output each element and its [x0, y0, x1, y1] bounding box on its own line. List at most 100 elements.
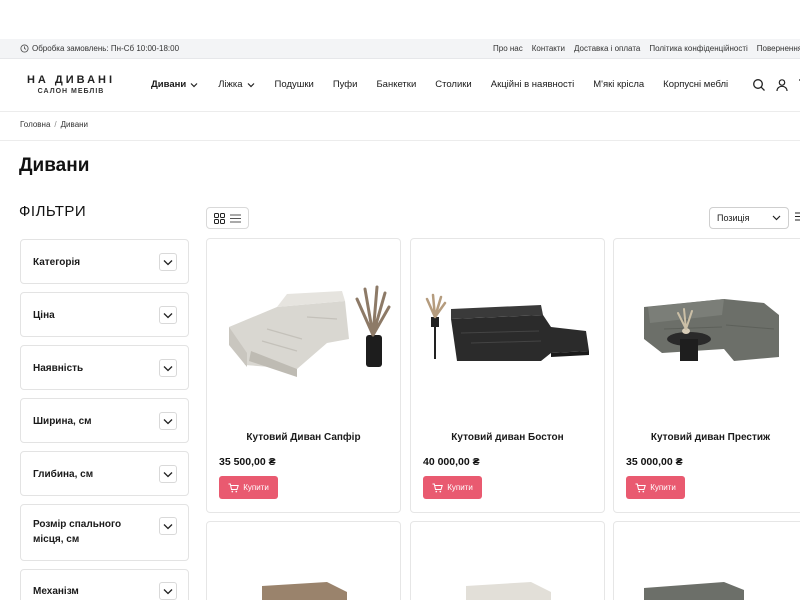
filter-category[interactable]: Категорія: [20, 239, 189, 284]
order-hours: Обробка замовлень: Пн-Сб 10:00-18:00: [20, 44, 179, 53]
logo-subtitle: САЛОН МЕБЛІВ: [37, 88, 105, 95]
chevron-down-icon: [163, 418, 173, 424]
site-logo[interactable]: НА ДИВАНІ САЛОН МЕБЛІВ: [19, 74, 123, 95]
sort-selected: Позиція: [717, 213, 750, 223]
filter-label: Наявність: [33, 363, 84, 374]
breadcrumb-separator: /: [54, 120, 57, 129]
clock-icon: [20, 44, 29, 53]
divider: [0, 140, 800, 141]
filter-toggle[interactable]: [159, 306, 177, 324]
nav-item-label: Банкетки: [376, 79, 417, 90]
filters-title: ФІЛЬТРИ: [19, 203, 87, 220]
nav-item-tables[interactable]: Столики: [435, 79, 472, 90]
product-price: 35 500,00 ₴: [219, 456, 276, 468]
filter-label: Категорія: [33, 257, 81, 268]
top-info-bar: Обробка замовлень: Пн-Сб 10:00-18:00 Про…: [0, 39, 800, 59]
user-icon[interactable]: [775, 78, 789, 92]
chevron-down-icon: [163, 365, 173, 371]
filter-label: Механізм трансформації: [33, 586, 79, 597]
product-name[interactable]: Кутовий диван Бостон: [411, 432, 604, 443]
buy-button-label: Купити: [650, 483, 676, 492]
filter-toggle[interactable]: [159, 465, 177, 483]
product-image[interactable]: [411, 269, 605, 409]
nav-item-beds[interactable]: Ліжка: [218, 79, 254, 90]
page-title: Дивани: [19, 155, 90, 176]
product-image[interactable]: [411, 562, 605, 600]
sort-direction-icon[interactable]: [795, 212, 800, 221]
nav-item-label: Дивани: [151, 79, 187, 90]
cart-icon: [432, 483, 444, 492]
product-card[interactable]: [410, 521, 605, 600]
cart-icon: [228, 483, 240, 492]
nav-item-sofas[interactable]: Дивани: [151, 79, 198, 90]
product-price: 35 000,00 ₴: [626, 456, 683, 468]
product-card[interactable]: Кутовий диван Престиж 35 000,00 ₴ Купити: [613, 238, 800, 513]
filter-toggle[interactable]: [159, 412, 177, 430]
product-card[interactable]: Кутовий Диван Сапфір 35 500,00 ₴ Купити: [206, 238, 401, 513]
search-icon[interactable]: [752, 78, 766, 92]
filter-toggle[interactable]: [159, 359, 177, 377]
nav-item-label: Корпусні меблі: [663, 79, 729, 90]
filter-sleeping-size[interactable]: Розмір спального місця, см: [20, 504, 189, 561]
chevron-down-icon: [163, 588, 173, 594]
filter-availability[interactable]: Наявність: [20, 345, 189, 390]
product-image[interactable]: [614, 562, 800, 600]
product-image[interactable]: [207, 269, 401, 409]
nav-item-label: Ліжка: [218, 79, 243, 90]
filter-width[interactable]: Ширина, см: [20, 398, 189, 443]
top-link-privacy[interactable]: Політика конфіденційності: [649, 44, 747, 53]
product-name[interactable]: Кутовий диван Престиж: [614, 432, 800, 443]
list-view-icon[interactable]: [230, 213, 242, 223]
filter-price[interactable]: Ціна: [20, 292, 189, 337]
chevron-down-icon: [247, 82, 254, 87]
main-nav: Дивани Ліжка Подушки Пуфи Банкетки Столи…: [151, 79, 728, 90]
product-card[interactable]: [206, 521, 401, 600]
grid-view-icon[interactable]: [213, 212, 225, 224]
cart-icon: [635, 483, 647, 492]
filter-mechanism[interactable]: Механізм трансформації: [20, 569, 189, 600]
top-links: Про нас Контакти Доставка і оплата Політ…: [493, 44, 800, 53]
filter-toggle[interactable]: [159, 517, 177, 535]
chevron-down-icon: [163, 471, 173, 477]
nav-item-benches[interactable]: Банкетки: [376, 79, 416, 90]
buy-button[interactable]: Купити: [219, 476, 278, 499]
filter-label: Ціна: [33, 310, 55, 321]
product-card[interactable]: Кутовий диван Бостон 40 000,00 ₴ Купити: [410, 238, 605, 513]
filter-toggle[interactable]: [159, 582, 177, 600]
nav-item-label: Пуфи: [332, 79, 358, 90]
filter-depth[interactable]: Глибина, см: [20, 451, 189, 496]
nav-item-poufs[interactable]: Пуфи: [333, 79, 358, 90]
buy-button-label: Купити: [243, 483, 269, 492]
logo-title: НА ДИВАНІ: [26, 74, 116, 86]
top-link-about[interactable]: Про нас: [493, 44, 523, 53]
filter-label: Глибина, см: [33, 469, 94, 480]
nav-item-sale[interactable]: Акційні в наявності: [491, 79, 575, 90]
filter-label: Розмір спального місця, см: [33, 519, 122, 545]
buy-button[interactable]: Купити: [626, 476, 685, 499]
buy-button[interactable]: Купити: [423, 476, 482, 499]
breadcrumb-current: Дивани: [60, 120, 89, 129]
filter-label: Ширина, см: [33, 416, 92, 427]
site-header: НА ДИВАНІ САЛОН МЕБЛІВ Дивани Ліжка Поду…: [0, 60, 800, 112]
nav-item-label: Столики: [435, 79, 472, 90]
breadcrumb-home[interactable]: Головна: [20, 120, 50, 129]
nav-item-pillows[interactable]: Подушки: [275, 79, 314, 90]
nav-item-cabinet[interactable]: Корпусні меблі: [663, 79, 728, 90]
top-link-returns[interactable]: Повернення і обм: [757, 44, 800, 53]
product-image[interactable]: [614, 269, 800, 409]
sort-select[interactable]: Позиція: [709, 207, 789, 229]
filter-toggle[interactable]: [159, 253, 177, 271]
top-link-delivery[interactable]: Доставка і оплата: [574, 44, 640, 53]
nav-item-label: Акційні в наявності: [490, 79, 575, 90]
chevron-down-icon: [163, 312, 173, 318]
product-card[interactable]: [613, 521, 800, 600]
order-hours-text: Обробка замовлень: Пн-Сб 10:00-18:00: [32, 44, 180, 53]
breadcrumb: Головна / Дивани: [20, 120, 88, 129]
product-image[interactable]: [207, 562, 401, 600]
chevron-down-icon: [772, 215, 781, 221]
top-link-contacts[interactable]: Контакти: [532, 44, 565, 53]
view-toggle: [206, 207, 249, 229]
nav-item-armchairs[interactable]: М'які крісла: [593, 79, 644, 90]
nav-item-label: Подушки: [274, 79, 314, 90]
product-name[interactable]: Кутовий Диван Сапфір: [207, 432, 400, 443]
